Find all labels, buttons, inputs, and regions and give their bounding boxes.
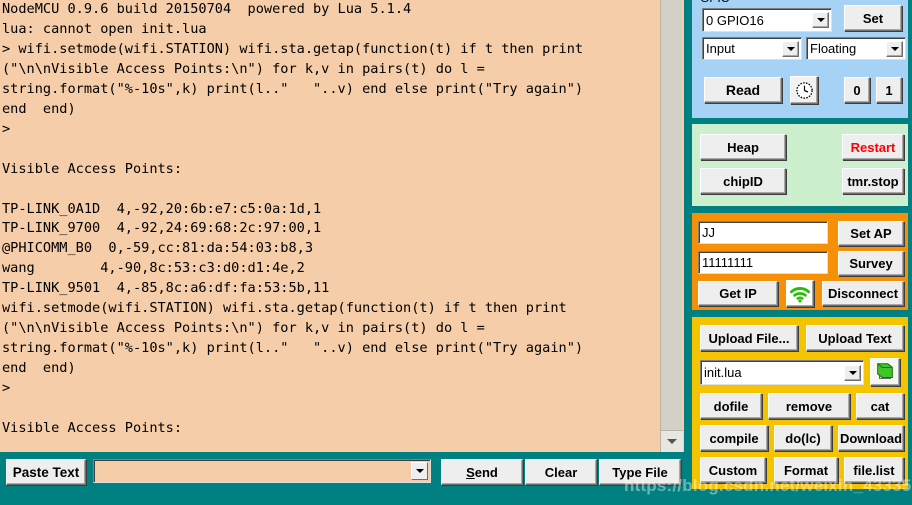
dolc-button[interactable]: do(lc)	[774, 425, 832, 451]
wifi-password-input[interactable]: 11111111	[698, 251, 828, 274]
esplorer-window: NodeMCU 0.9.6 build 20150704 powered by …	[0, 0, 912, 505]
upload-text-button[interactable]: Upload Text	[806, 325, 904, 351]
gpio-timer-button[interactable]	[790, 76, 818, 104]
command-input-combo[interactable]	[93, 459, 431, 483]
wifi-password-value: 11111111	[702, 255, 754, 270]
wifi-panel: JJ Set AP 11111111 Survey Get IP Disconn…	[692, 213, 908, 310]
compile-button[interactable]: compile	[700, 425, 768, 451]
gpio-low-button[interactable]: 0	[844, 77, 870, 103]
scrollbar-down-button[interactable]	[661, 430, 683, 452]
disconnect-button[interactable]: Disconnect	[822, 281, 904, 306]
wifi-ssid-input[interactable]: JJ	[698, 221, 828, 244]
send-button-rest: end	[474, 464, 498, 480]
get-ip-button[interactable]: Get IP	[698, 281, 778, 306]
gpio-direction-value: Input	[706, 41, 735, 56]
chipid-button[interactable]: chipID	[700, 168, 786, 194]
gpio-group-label: GPIO	[700, 0, 730, 5]
file-select-value: init.lua	[704, 365, 742, 380]
wifi-ssid-value: JJ	[702, 225, 715, 240]
survey-button[interactable]: Survey	[838, 251, 904, 276]
open-editor-button[interactable]	[870, 358, 900, 386]
set-ap-button[interactable]: Set AP	[838, 221, 904, 246]
restart-button[interactable]: Restart	[842, 134, 904, 160]
gpio-pin-select[interactable]: 0 GPIO16	[702, 8, 832, 32]
heap-button[interactable]: Heap	[700, 134, 786, 160]
send-accel-letter: S	[466, 464, 475, 480]
terminal-scrollbar[interactable]	[660, 0, 683, 452]
chevron-down-icon[interactable]	[844, 364, 861, 381]
chevron-down-icon	[667, 439, 677, 444]
chevron-down-icon[interactable]	[886, 40, 903, 57]
gpio-high-button[interactable]: 1	[876, 77, 902, 103]
notepad-icon	[877, 363, 893, 379]
custom-button[interactable]: Custom	[700, 457, 766, 483]
gpio-mode-value: Floating	[810, 41, 857, 56]
gpio-set-button[interactable]: Set	[844, 5, 902, 31]
chevron-down-icon[interactable]	[812, 12, 829, 28]
format-button[interactable]: Format	[774, 457, 838, 483]
file-panel: Upload File... Upload Text init.lua dofi…	[692, 317, 908, 489]
file-list-button[interactable]: file.list	[844, 457, 904, 483]
chevron-down-icon[interactable]	[782, 40, 799, 57]
download-button[interactable]: Download	[838, 425, 904, 451]
wifi-signal-indicator	[786, 280, 814, 307]
gpio-mode-select[interactable]: Floating	[806, 37, 906, 60]
send-button[interactable]: Send	[441, 459, 523, 485]
system-panel: Heap chipID Restart tmr.stop	[692, 124, 908, 206]
upload-file-button[interactable]: Upload File...	[700, 325, 798, 351]
gpio-read-button[interactable]: Read	[704, 77, 782, 103]
wifi-signal-icon	[790, 286, 810, 302]
chevron-down-icon[interactable]	[411, 462, 428, 480]
gpio-pin-select-value: 0 GPIO16	[706, 12, 764, 28]
right-control-column: GPIO 0 GPIO16 Set Input Floating Read	[688, 0, 912, 505]
tmr-stop-button[interactable]: tmr.stop	[842, 168, 904, 194]
gpio-panel: GPIO 0 GPIO16 Set Input Floating Read	[692, 0, 908, 118]
file-select[interactable]: init.lua	[700, 360, 864, 385]
type-file-button[interactable]: Type File	[599, 459, 681, 485]
terminal-output-text: NodeMCU 0.9.6 build 20150704 powered by …	[2, 1, 584, 437]
remove-button[interactable]: remove	[768, 393, 850, 419]
clock-icon	[795, 81, 813, 99]
gpio-direction-select[interactable]: Input	[702, 37, 802, 60]
cat-button[interactable]: cat	[856, 393, 904, 419]
clear-button[interactable]: Clear	[525, 459, 597, 485]
paste-text-button[interactable]: Paste Text	[6, 459, 86, 485]
dofile-button[interactable]: dofile	[700, 393, 762, 419]
terminal-output-panel[interactable]: NodeMCU 0.9.6 build 20150704 powered by …	[0, 0, 686, 452]
